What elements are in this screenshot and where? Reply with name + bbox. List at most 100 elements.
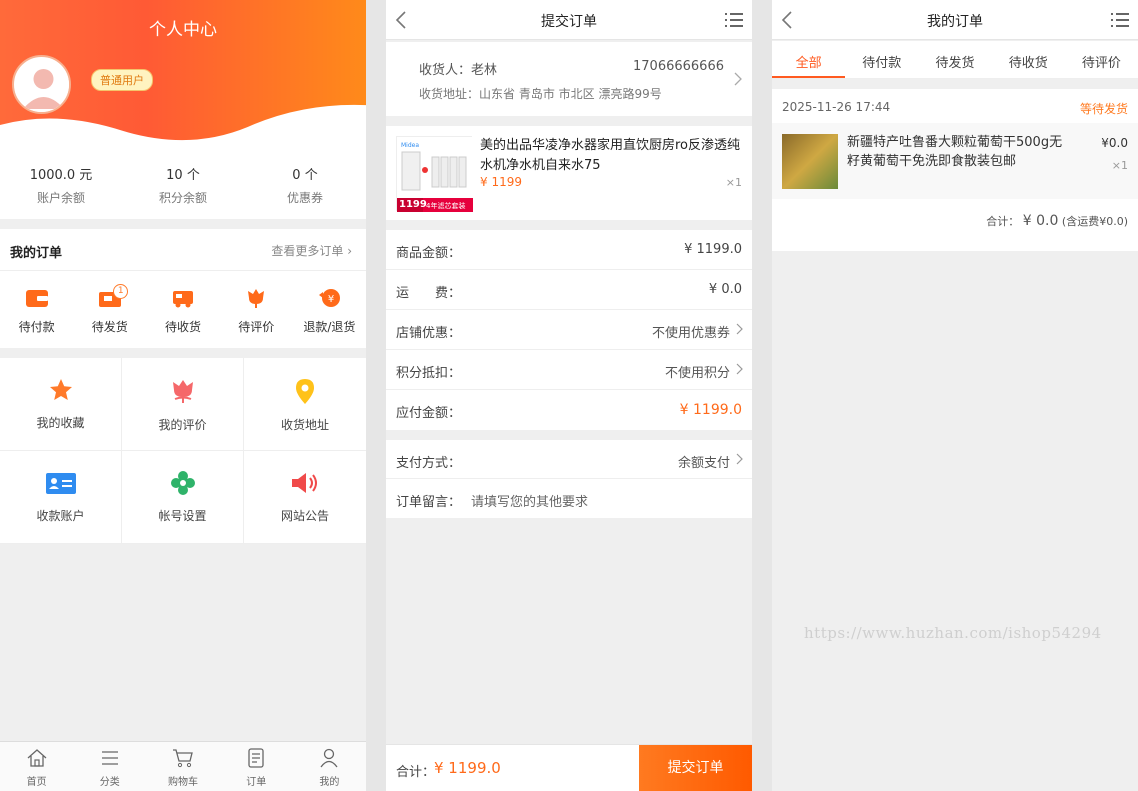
gear-icon [170, 471, 195, 495]
tab-to-review[interactable]: 待评价 [1065, 41, 1138, 78]
profile-panel: 个人中心 普通用户 1000.0 元 账户余额 10 个 积分余额 0 个 优惠… [0, 0, 366, 791]
order-card[interactable]: 2025-11-26 17:44 等待发货 新疆特产吐鲁番大颗粒葡萄干500g无… [772, 89, 1138, 251]
chevron-right-icon [736, 323, 743, 335]
order-status-refund[interactable]: ¥ 退款/退货 [293, 271, 366, 348]
tab-label: 首页 [26, 777, 47, 788]
receiver-address: 收货地址：山东省 青岛市 市北区 漂亮路99号 [419, 87, 662, 101]
order-date: 2025-11-26 17:44 [782, 100, 891, 114]
stat-points[interactable]: 10 个 积分余额 [122, 147, 244, 219]
checkout-bottom-bar: 合计： ¥ 1199.0 提交订单 [386, 744, 752, 791]
menu-list-icon[interactable] [724, 12, 744, 28]
order-item-quantity: ×1 [1111, 159, 1128, 172]
tab-unpaid[interactable]: 待付款 [845, 41, 918, 78]
watermark-text: https://www.huzhan.com/ishop54294 [804, 624, 1102, 642]
order-status-unpaid[interactable]: 待付款 [0, 271, 73, 348]
order-status-label: 待发货 [91, 320, 128, 334]
row-key: 运 费： [396, 286, 462, 301]
menu-list-icon[interactable] [1110, 12, 1130, 28]
wallet-icon [25, 290, 48, 307]
order-status: 等待发货 [1079, 102, 1128, 116]
page-title: 个人中心 [149, 20, 217, 40]
order-item-price: ¥0.0 [1101, 136, 1128, 150]
order-status-to-receive[interactable]: 待收货 [146, 271, 219, 348]
grid-label: 我的收藏 [36, 416, 85, 430]
tab-label: 订单 [246, 777, 267, 788]
grid-address[interactable]: 收货地址 [244, 358, 366, 451]
orders-title: 我的订单 [10, 246, 63, 261]
order-filter-tabs: 全部 待付款 待发货 待收货 待评价 [772, 41, 1138, 79]
grid-account-settings[interactable]: 帐号设置 [122, 451, 244, 544]
grid-reviews[interactable]: 我的评价 [122, 358, 244, 451]
tab-to-ship[interactable]: 待发货 [918, 41, 991, 78]
row-shipping: 运 费： ¥ 0.0 [386, 270, 752, 310]
row-payment-method[interactable]: 支付方式： 余额支付 [386, 440, 752, 479]
tab-orders[interactable]: 订单 [220, 742, 293, 791]
svg-text:¥: ¥ [328, 294, 334, 305]
refund-icon: ¥ [319, 289, 341, 307]
product-quantity: ×1 [725, 176, 742, 189]
receiver-name: 收货人：老林 [419, 63, 498, 78]
tab-to-receive[interactable]: 待收货 [992, 41, 1065, 78]
grid-announcements[interactable]: 网站公告 [244, 451, 366, 544]
svg-text:Midea: Midea [401, 142, 419, 149]
stat-value: 1000.0 元 [29, 168, 93, 183]
tab-home[interactable]: 首页 [0, 742, 73, 791]
order-status-to-ship[interactable]: 1 待发货 [73, 271, 146, 348]
sum-note: (含运费¥0.0) [1061, 215, 1128, 228]
account-stats: 1000.0 元 账户余额 10 个 积分余额 0 个 优惠券 [0, 147, 366, 219]
profile-header: 个人中心 普通用户 [0, 0, 366, 147]
more-orders-link[interactable]: 查看更多订单 › [271, 242, 352, 259]
submit-order-button[interactable]: 提交订单 [639, 745, 752, 791]
row-points-deduction[interactable]: 积分抵扣： 不使用积分 [386, 350, 752, 390]
star-icon [49, 379, 72, 400]
row-goods-amount: 商品金额： ¥ 1199.0 [386, 230, 752, 270]
id-card-icon [45, 473, 76, 494]
delivery-address[interactable]: 收货人：老林 17066666666 收货地址：山东省 青岛市 市北区 漂亮路9… [386, 42, 752, 116]
page-title: 提交订单 [541, 14, 597, 30]
tab-all[interactable]: 全部 [772, 41, 846, 78]
order-status-label: 待付款 [18, 320, 55, 334]
bottom-tabbar: 首页 分类 购物车 订单 我的 [0, 741, 366, 791]
total-label: 合计： [396, 765, 436, 780]
stat-coupons[interactable]: 0 个 优惠券 [244, 147, 366, 219]
row-key: 订单留言： [396, 495, 462, 510]
stat-label: 积分余额 [158, 191, 207, 205]
row-value: 不使用积分 [664, 366, 730, 381]
stat-balance[interactable]: 1000.0 元 账户余额 [0, 147, 122, 219]
row-value: ¥ 0.0 [708, 282, 742, 297]
tab-cart[interactable]: 购物车 [146, 742, 219, 791]
tab-category[interactable]: 分类 [73, 742, 146, 791]
grid-label: 我的评价 [158, 418, 207, 432]
row-value: 余额支付 [677, 456, 730, 471]
order-note-input[interactable]: 请填写您的其他要求 [471, 491, 588, 510]
order-status-to-review[interactable]: 待评价 [220, 271, 293, 348]
receiver-phone: 17066666666 [633, 59, 724, 74]
user-icon [320, 748, 338, 768]
home-icon [27, 749, 47, 767]
tab-label: 分类 [99, 777, 120, 788]
row-order-note: 订单留言： 请填写您的其他要求 [386, 479, 752, 518]
location-icon [296, 379, 314, 404]
flower-icon [248, 289, 265, 308]
grid-label: 收货地址 [280, 418, 329, 432]
order-status-label: 退款/退货 [303, 320, 356, 334]
price-summary: 商品金额： ¥ 1199.0 运 费： ¥ 0.0 店铺优惠： 不使用优惠券 积… [386, 230, 752, 430]
product-name: 美的出品华凌净水器家用直饮厨房ro反渗透纯水机净水机自来水75 [480, 138, 741, 173]
order-item[interactable]: 新疆特产吐鲁番大颗粒葡萄干500g无籽黄葡萄干免洗即食散装包邮 ¥0.0 ×1 [772, 123, 1138, 199]
feature-grid: 我的收藏 我的评价 收货地址 收款账户 帐号设置 网站公告 [0, 358, 366, 544]
my-orders-nav: 我的订单 [772, 0, 1138, 40]
row-shop-coupon[interactable]: 店铺优惠： 不使用优惠券 [386, 310, 752, 350]
my-orders-panel: 我的订单 全部 待付款 待发货 待收货 待评价 2025-11-26 17:44… [772, 0, 1138, 791]
list-icon [101, 751, 118, 765]
more-orders-label: 查看更多订单 [271, 244, 344, 258]
speaker-icon [292, 473, 317, 493]
chevron-right-icon [734, 72, 742, 86]
row-value: ¥ 1199.0 [679, 402, 742, 418]
stat-label: 账户余额 [36, 191, 85, 205]
grid-payee-account[interactable]: 收款账户 [0, 451, 122, 544]
row-key: 店铺优惠： [396, 326, 462, 341]
tab-mine[interactable]: 我的 [293, 742, 366, 791]
product-card[interactable]: Midea 1199 4年滤芯套装 美的出品华凌净水器家用直饮厨房ro反渗透纯水… [386, 126, 752, 220]
grid-favorites[interactable]: 我的收藏 [0, 358, 122, 451]
order-status-label: 待收货 [165, 320, 202, 334]
